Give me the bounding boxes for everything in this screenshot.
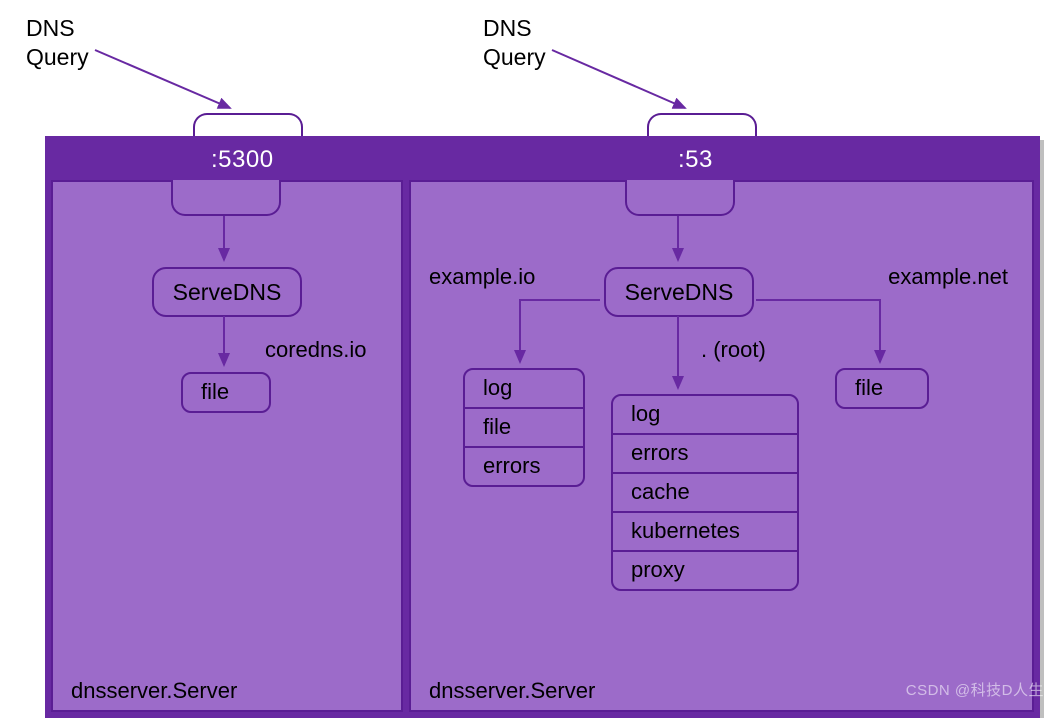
coredns-frame: :5300 :53 ServeDNS coredns.io file dnsse… — [45, 136, 1040, 718]
server-caption-left: dnsserver.Server — [71, 678, 237, 704]
dns-query-label-right: DNS Query — [483, 14, 546, 72]
entry-pill-53 — [625, 180, 735, 216]
domain-label-exampleio: example.io — [429, 264, 535, 290]
plugin-stack-root: log errors cache kubernetes proxy — [611, 394, 799, 591]
panel-server-5300: ServeDNS coredns.io file dnsserver.Serve… — [51, 180, 403, 712]
domain-label-coredns: coredns.io — [265, 337, 367, 363]
plugin-log: log — [465, 370, 583, 409]
plugin-file: file — [837, 370, 927, 407]
arrow-query-5300 — [95, 50, 230, 108]
plugin-file: file — [465, 409, 583, 448]
domain-label-examplenet: example.net — [888, 264, 1008, 290]
servedns-box-left: ServeDNS — [152, 267, 302, 317]
watermark: CSDN @科技D人生 — [906, 679, 1044, 700]
plugin-cache: cache — [613, 474, 797, 513]
plugin-log: log — [613, 396, 797, 435]
entry-pill-5300 — [171, 180, 281, 216]
servedns-box-right: ServeDNS — [604, 267, 754, 317]
arrow-query-53 — [552, 50, 685, 108]
plugin-errors: errors — [613, 435, 797, 474]
panel-server-53: example.io example.net ServeDNS . (root)… — [409, 180, 1034, 712]
plugin-file: file — [183, 374, 269, 411]
plugin-proxy: proxy — [613, 552, 797, 589]
plugin-stack-coredns: file — [181, 372, 271, 413]
plugin-stack-examplenet: file — [835, 368, 929, 409]
dns-query-label-left: DNS Query — [26, 14, 89, 72]
plugin-kubernetes: kubernetes — [613, 513, 797, 552]
domain-label-root: . (root) — [701, 337, 766, 363]
plugin-stack-exampleio: log file errors — [463, 368, 585, 487]
plugin-errors: errors — [465, 448, 583, 485]
port-label-5300: :5300 — [211, 146, 274, 174]
port-label-53: :53 — [678, 146, 713, 174]
server-caption-right: dnsserver.Server — [429, 678, 595, 704]
